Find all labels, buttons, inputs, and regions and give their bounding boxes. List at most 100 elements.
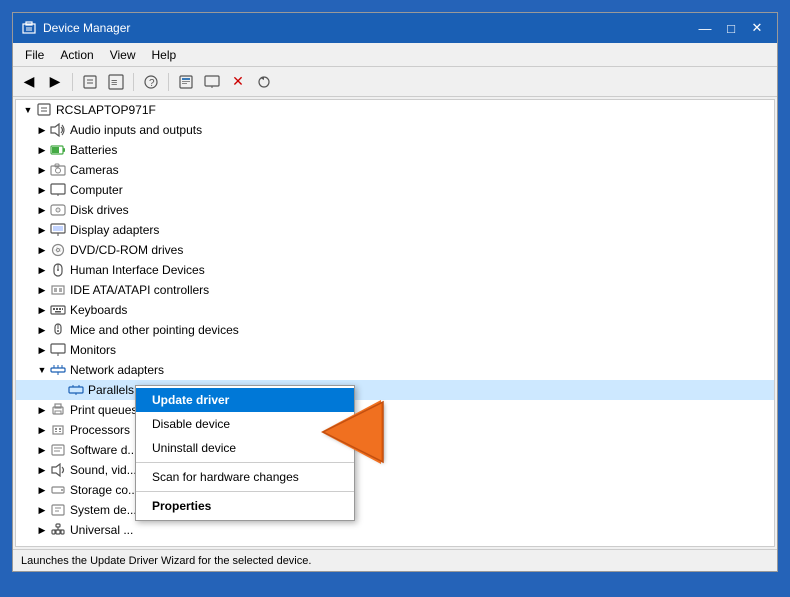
display-icon	[50, 222, 66, 238]
properties-button[interactable]	[78, 71, 102, 93]
help-button[interactable]: ?	[139, 71, 163, 93]
tree-item-sound[interactable]: ▶ Sound, vid...	[16, 460, 774, 480]
software-expand[interactable]: ▶	[34, 442, 50, 458]
monitors-expand[interactable]: ▶	[34, 342, 50, 358]
network-label: Network adapters	[70, 363, 164, 377]
svg-text:?: ?	[149, 78, 155, 89]
software-icon	[50, 442, 66, 458]
toolbar-sep-1	[72, 73, 73, 91]
keyboards-expand[interactable]: ▶	[34, 302, 50, 318]
tree-item-dvd[interactable]: ▶ DVD/CD-ROM drives	[16, 240, 774, 260]
mice-label: Mice and other pointing devices	[70, 323, 239, 337]
print-expand[interactable]: ▶	[34, 402, 50, 418]
mice-icon	[50, 322, 66, 338]
update-button[interactable]: ≡	[104, 71, 128, 93]
tree-item-ide[interactable]: ▶ IDE ATA/ATAPI controllers	[16, 280, 774, 300]
back-button[interactable]: ◀	[17, 71, 41, 93]
system-icon	[50, 502, 66, 518]
tree-item-hid[interactable]: ▶ Human Interface Devices	[16, 260, 774, 280]
tree-item-print[interactable]: ▶ Print queues	[16, 400, 774, 420]
tree-item-computer[interactable]: ▶ Computer	[16, 180, 774, 200]
batteries-expand[interactable]: ▶	[34, 142, 50, 158]
tree-item-disk[interactable]: ▶ Disk drives	[16, 200, 774, 220]
system-label: System de...	[70, 503, 137, 517]
ctx-disable-device[interactable]: Disable device	[136, 412, 354, 436]
sound-label: Sound, vid...	[70, 463, 137, 477]
tree-item-audio[interactable]: ▶ Audio inputs and outputs	[16, 120, 774, 140]
toolbar-sep-2	[133, 73, 134, 91]
storage-expand[interactable]: ▶	[34, 482, 50, 498]
title-bar: Device Manager — □ ✕	[13, 13, 777, 43]
tree-item-network[interactable]: ▼ Network adapters	[16, 360, 774, 380]
audio-icon	[50, 122, 66, 138]
tree-view[interactable]: ▼ RCSLAPTOP971F ▶ Audio inputs and outpu…	[15, 99, 775, 547]
universal-expand[interactable]: ▶	[34, 522, 50, 538]
display-expand[interactable]: ▶	[34, 222, 50, 238]
context-menu: Update driver Disable device Uninstall d…	[135, 385, 355, 521]
tree-item-cameras[interactable]: ▶ Cameras	[16, 160, 774, 180]
ide-expand[interactable]: ▶	[34, 282, 50, 298]
computer-label: Computer	[70, 183, 123, 197]
hid-expand[interactable]: ▶	[34, 262, 50, 278]
tree-item-universal[interactable]: ▶ Universal ...	[16, 520, 774, 540]
sound-expand[interactable]: ▶	[34, 462, 50, 478]
maximize-button[interactable]: □	[719, 18, 743, 38]
forward-button[interactable]: ▶	[43, 71, 67, 93]
tree-item-software[interactable]: ▶ Software d...	[16, 440, 774, 460]
tree-item-parallels[interactable]: ▶ Parallels Ethernet Adapter	[16, 380, 774, 400]
delete-button[interactable]: ✕	[226, 71, 250, 93]
mice-expand[interactable]: ▶	[34, 322, 50, 338]
processors-expand[interactable]: ▶	[34, 422, 50, 438]
ctx-properties[interactable]: Properties	[136, 494, 354, 518]
root-expand[interactable]: ▼	[20, 102, 36, 118]
dvd-expand[interactable]: ▶	[34, 242, 50, 258]
cameras-icon	[50, 162, 66, 178]
toolbar-sep-3	[168, 73, 169, 91]
minimize-button[interactable]: —	[693, 18, 717, 38]
menu-bar: File Action View Help	[13, 43, 777, 67]
keyboards-label: Keyboards	[70, 303, 127, 317]
menu-file[interactable]: File	[17, 46, 52, 64]
cameras-expand[interactable]: ▶	[34, 162, 50, 178]
monitor-button[interactable]	[200, 71, 224, 93]
tree-item-mice[interactable]: ▶ Mice and other pointing devices	[16, 320, 774, 340]
ctx-sep-1	[136, 462, 354, 463]
tree-item-storage[interactable]: ▶ Storage co...	[16, 480, 774, 500]
root-label: RCSLAPTOP971F	[56, 103, 156, 117]
dvd-label: DVD/CD-ROM drives	[70, 243, 183, 257]
status-text: Launches the Update Driver Wizard for th…	[21, 555, 311, 567]
tree-item-monitors[interactable]: ▶ Monitors	[16, 340, 774, 360]
computer-expand[interactable]: ▶	[34, 182, 50, 198]
close-button[interactable]: ✕	[745, 18, 769, 38]
system-expand[interactable]: ▶	[34, 502, 50, 518]
audio-expand[interactable]: ▶	[34, 122, 50, 138]
print-icon	[50, 402, 66, 418]
network-icon	[50, 362, 66, 378]
cameras-label: Cameras	[70, 163, 119, 177]
ctx-scan-hardware[interactable]: Scan for hardware changes	[136, 465, 354, 489]
menu-help[interactable]: Help	[144, 46, 185, 64]
storage-icon	[50, 482, 66, 498]
refresh-button[interactable]	[252, 71, 276, 93]
monitors-label: Monitors	[70, 343, 116, 357]
menu-view[interactable]: View	[102, 46, 144, 64]
audio-label: Audio inputs and outputs	[70, 123, 202, 137]
tree-item-keyboards[interactable]: ▶ Keyboards	[16, 300, 774, 320]
ctx-update-driver[interactable]: Update driver	[136, 388, 354, 412]
toolbar: ◀ ▶ ≡ ? ✕	[13, 67, 777, 97]
scan-button[interactable]	[174, 71, 198, 93]
ctx-uninstall-device[interactable]: Uninstall device	[136, 436, 354, 460]
tree-item-display[interactable]: ▶ Display adapters	[16, 220, 774, 240]
storage-label: Storage co...	[70, 483, 138, 497]
tree-item-system[interactable]: ▶ System de...	[16, 500, 774, 520]
computer-icon	[50, 182, 66, 198]
tree-item-batteries[interactable]: ▶ Batteries	[16, 140, 774, 160]
ctx-sep-2	[136, 491, 354, 492]
menu-action[interactable]: Action	[52, 46, 101, 64]
disk-expand[interactable]: ▶	[34, 202, 50, 218]
window-title: Device Manager	[43, 21, 693, 35]
disk-icon	[50, 202, 66, 218]
tree-root[interactable]: ▼ RCSLAPTOP971F	[16, 100, 774, 120]
tree-item-processors[interactable]: ▶ Processors	[16, 420, 774, 440]
network-expand[interactable]: ▼	[34, 362, 50, 378]
